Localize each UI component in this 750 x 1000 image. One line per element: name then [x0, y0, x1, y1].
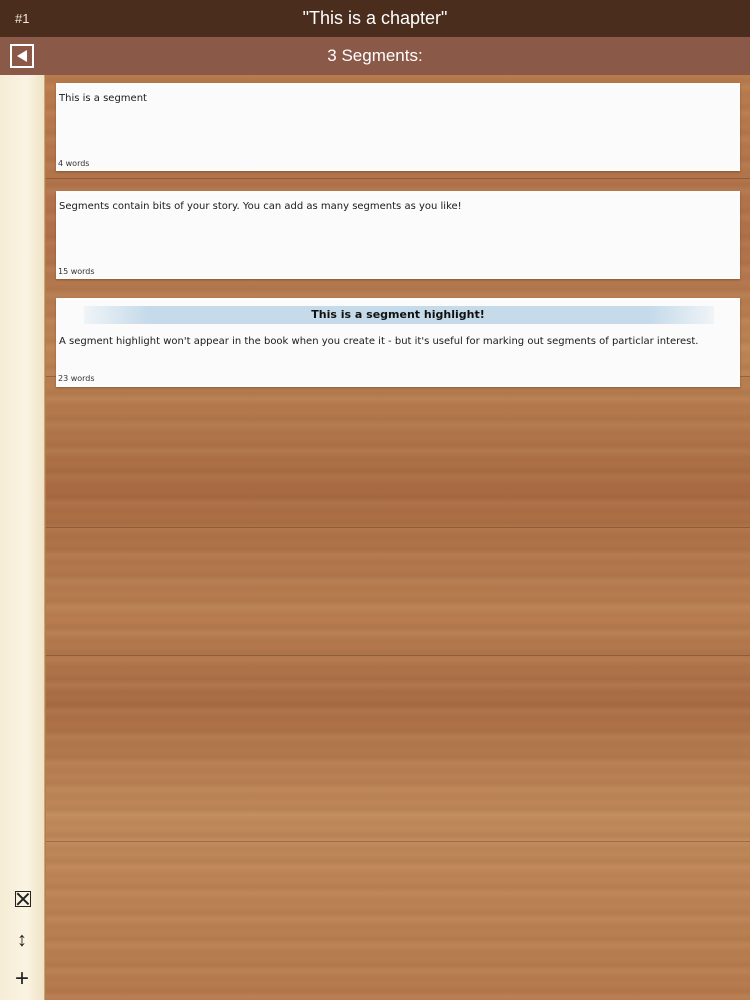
segment-text: This is a segment — [59, 93, 147, 104]
reorder-icon[interactable]: ↕ — [11, 929, 33, 951]
segment-word-count: 23 words — [58, 374, 95, 383]
segment-card[interactable]: This is a segment highlight! A segment h… — [56, 298, 740, 387]
delete-box-icon[interactable] — [15, 891, 31, 907]
add-icon[interactable]: + — [11, 967, 33, 991]
segment-card[interactable]: Segments contain bits of your story. You… — [56, 191, 740, 279]
segment-word-count: 15 words — [58, 267, 95, 276]
segments-count-label: 3 Segments: — [327, 46, 423, 65]
segment-text: Segments contain bits of your story. You… — [59, 201, 462, 212]
segment-word-count: 4 words — [58, 159, 90, 168]
segment-card[interactable]: This is a segment 4 words — [56, 83, 740, 171]
segment-highlight-title: This is a segment highlight! — [311, 308, 485, 321]
segments-header-bar: 3 Segments: — [0, 37, 750, 75]
left-toolbar — [0, 75, 45, 1000]
segment-text: A segment highlight won't appear in the … — [59, 336, 699, 347]
chapter-title-bar: #1 "This is a chapter" — [0, 0, 750, 37]
chapter-title[interactable]: "This is a chapter" — [0, 8, 750, 29]
